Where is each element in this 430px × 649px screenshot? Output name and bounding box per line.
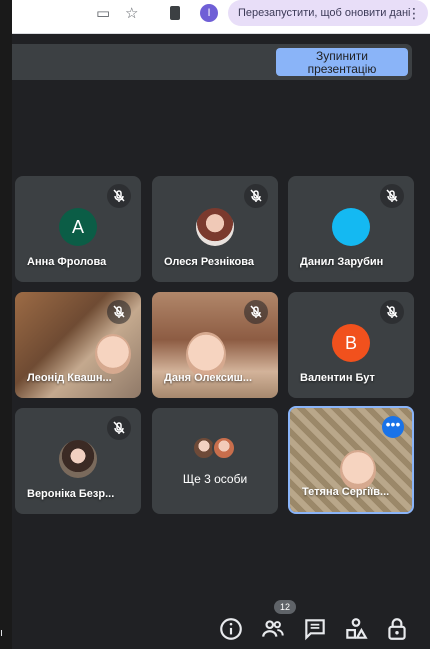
avatar xyxy=(196,208,234,246)
cast-icon[interactable]: ▭ xyxy=(96,4,110,22)
host-controls-lock-icon[interactable] xyxy=(384,616,410,642)
participant-tile-self[interactable]: ••• Тетяна Сергіїв... xyxy=(288,406,414,514)
stop-presentation-button[interactable]: Зупинити презентацію xyxy=(276,48,408,76)
participant-name: Тетяна Сергіїв... xyxy=(302,486,390,498)
chat-icon[interactable] xyxy=(302,616,328,642)
people-icon[interactable] xyxy=(260,616,286,642)
participant-tile[interactable]: A Анна Фролова xyxy=(15,176,141,282)
more-participants-avatars xyxy=(192,436,240,462)
meeting-controls-bar: 12 xyxy=(12,600,430,649)
mic-off-icon xyxy=(380,184,404,208)
stop-presentation-label-1: Зупинити xyxy=(316,49,368,63)
more-participants-tile[interactable]: Ще 3 особи xyxy=(152,408,278,514)
mini-avatar xyxy=(212,436,236,460)
avatar: B xyxy=(332,324,370,362)
more-options-button[interactable]: ••• xyxy=(382,416,404,438)
browser-toolbar: ▭ ☆ I Перезапустити, щоб оновити дані ⋮ xyxy=(12,0,430,34)
participant-name: Данил Зарубин xyxy=(300,256,384,268)
stop-presentation-label-2: презентацію xyxy=(307,62,377,76)
update-pill-label: Перезапустити, щоб оновити дані xyxy=(238,7,411,19)
mic-off-icon xyxy=(380,300,404,324)
mic-off-icon xyxy=(107,184,131,208)
mic-off-icon xyxy=(107,416,131,440)
mic-off-icon xyxy=(244,184,268,208)
participant-face xyxy=(95,334,131,374)
activities-icon[interactable] xyxy=(343,616,369,642)
avatar xyxy=(332,208,370,246)
avatar: A xyxy=(59,208,97,246)
mic-off-icon xyxy=(107,300,131,324)
info-icon[interactable] xyxy=(218,616,244,642)
participant-name: Даня Олексиш... xyxy=(164,372,253,384)
restart-to-update-pill[interactable]: Перезапустити, щоб оновити дані ⋮ xyxy=(228,0,428,26)
participant-tile[interactable]: Даня Олексиш... xyxy=(152,292,278,398)
participant-name: Олеся Резнікова xyxy=(164,256,254,268)
extension-icon[interactable] xyxy=(170,6,180,20)
profile-avatar-icon[interactable]: I xyxy=(200,4,218,22)
mic-off-icon xyxy=(244,300,268,324)
participant-tile[interactable]: Данил Зарубин xyxy=(288,176,414,282)
avatar xyxy=(59,440,97,478)
participant-tile[interactable]: B Валентин Бут xyxy=(288,292,414,398)
bookmark-star-icon[interactable]: ☆ xyxy=(125,4,138,22)
participant-name: Вероніка Безр... xyxy=(27,488,115,500)
more-participants-label: Ще 3 особи xyxy=(182,472,248,486)
participant-name: Леонід Квашн... xyxy=(27,372,112,384)
kebab-menu-icon[interactable]: ⋮ xyxy=(407,0,421,26)
left-strip-glyph: ı xyxy=(0,627,4,639)
host-screen-strip xyxy=(0,0,12,649)
participant-name: Анна Фролова xyxy=(27,256,107,268)
presentation-banner: Зупинити презентацію xyxy=(12,44,412,80)
participant-face xyxy=(340,450,376,490)
people-count-badge: 12 xyxy=(274,600,296,614)
participant-tile[interactable]: Олеся Резнікова xyxy=(152,176,278,282)
participant-tile[interactable]: Вероніка Безр... xyxy=(15,408,141,514)
participant-tile[interactable]: Леонід Квашн... xyxy=(15,292,141,398)
participant-name: Валентин Бут xyxy=(300,372,375,384)
